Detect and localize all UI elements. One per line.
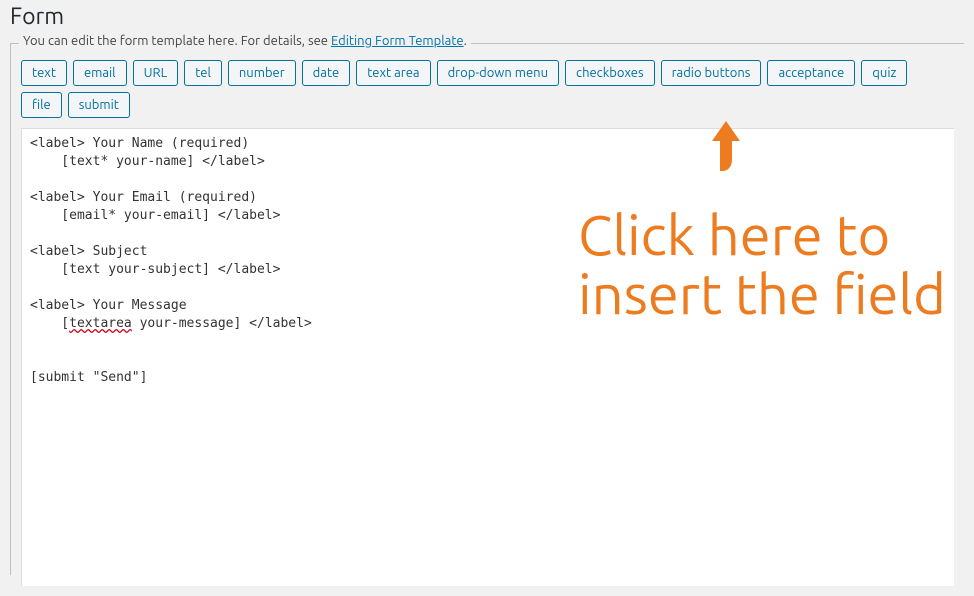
editor-line: <label> Your Name (required) bbox=[30, 136, 249, 151]
editor-line: <label> Your Message bbox=[30, 298, 187, 313]
tag-date-button[interactable]: date bbox=[302, 60, 351, 86]
editor-line: [submit "Send"] bbox=[30, 370, 147, 385]
tag-url-button[interactable]: URL bbox=[133, 60, 179, 86]
tag-button-row: text email URL tel number date text area… bbox=[21, 60, 954, 118]
editing-form-template-link[interactable]: Editing Form Template bbox=[331, 34, 464, 48]
tag-textarea-button[interactable]: text area bbox=[356, 60, 430, 86]
fieldset-legend: You can edit the form template here. For… bbox=[19, 34, 471, 48]
tag-file-button[interactable]: file bbox=[21, 92, 62, 118]
legend-prefix: You can edit the form template here. For… bbox=[23, 34, 331, 48]
tag-text-button[interactable]: text bbox=[21, 60, 67, 86]
tag-submit-button[interactable]: submit bbox=[68, 92, 130, 118]
tag-dropdown-button[interactable]: drop-down menu bbox=[437, 60, 559, 86]
editor-line: [textarea your-message] </label> bbox=[30, 316, 312, 331]
tag-email-button[interactable]: email bbox=[73, 60, 127, 86]
editor-line: <label> Subject bbox=[30, 244, 147, 259]
tag-tel-button[interactable]: tel bbox=[184, 60, 222, 86]
tag-radio-button[interactable]: radio buttons bbox=[661, 60, 762, 86]
tag-number-button[interactable]: number bbox=[228, 60, 296, 86]
legend-suffix: . bbox=[464, 34, 467, 48]
editor-line: [email* your-email] </label> bbox=[30, 208, 280, 223]
tag-checkboxes-button[interactable]: checkboxes bbox=[565, 60, 655, 86]
spell-error: textarea bbox=[69, 316, 132, 331]
editor-line: <label> Your Email (required) bbox=[30, 190, 257, 205]
tag-acceptance-button[interactable]: acceptance bbox=[767, 60, 855, 86]
form-template-editor[interactable]: <label> Your Name (required) [text* your… bbox=[21, 128, 954, 586]
tag-quiz-button[interactable]: quiz bbox=[861, 60, 907, 86]
editor-line: [text* your-name] </label> bbox=[30, 154, 265, 169]
form-fieldset: You can edit the form template here. For… bbox=[10, 43, 964, 575]
editor-line: [text your-subject] </label> bbox=[30, 262, 280, 277]
